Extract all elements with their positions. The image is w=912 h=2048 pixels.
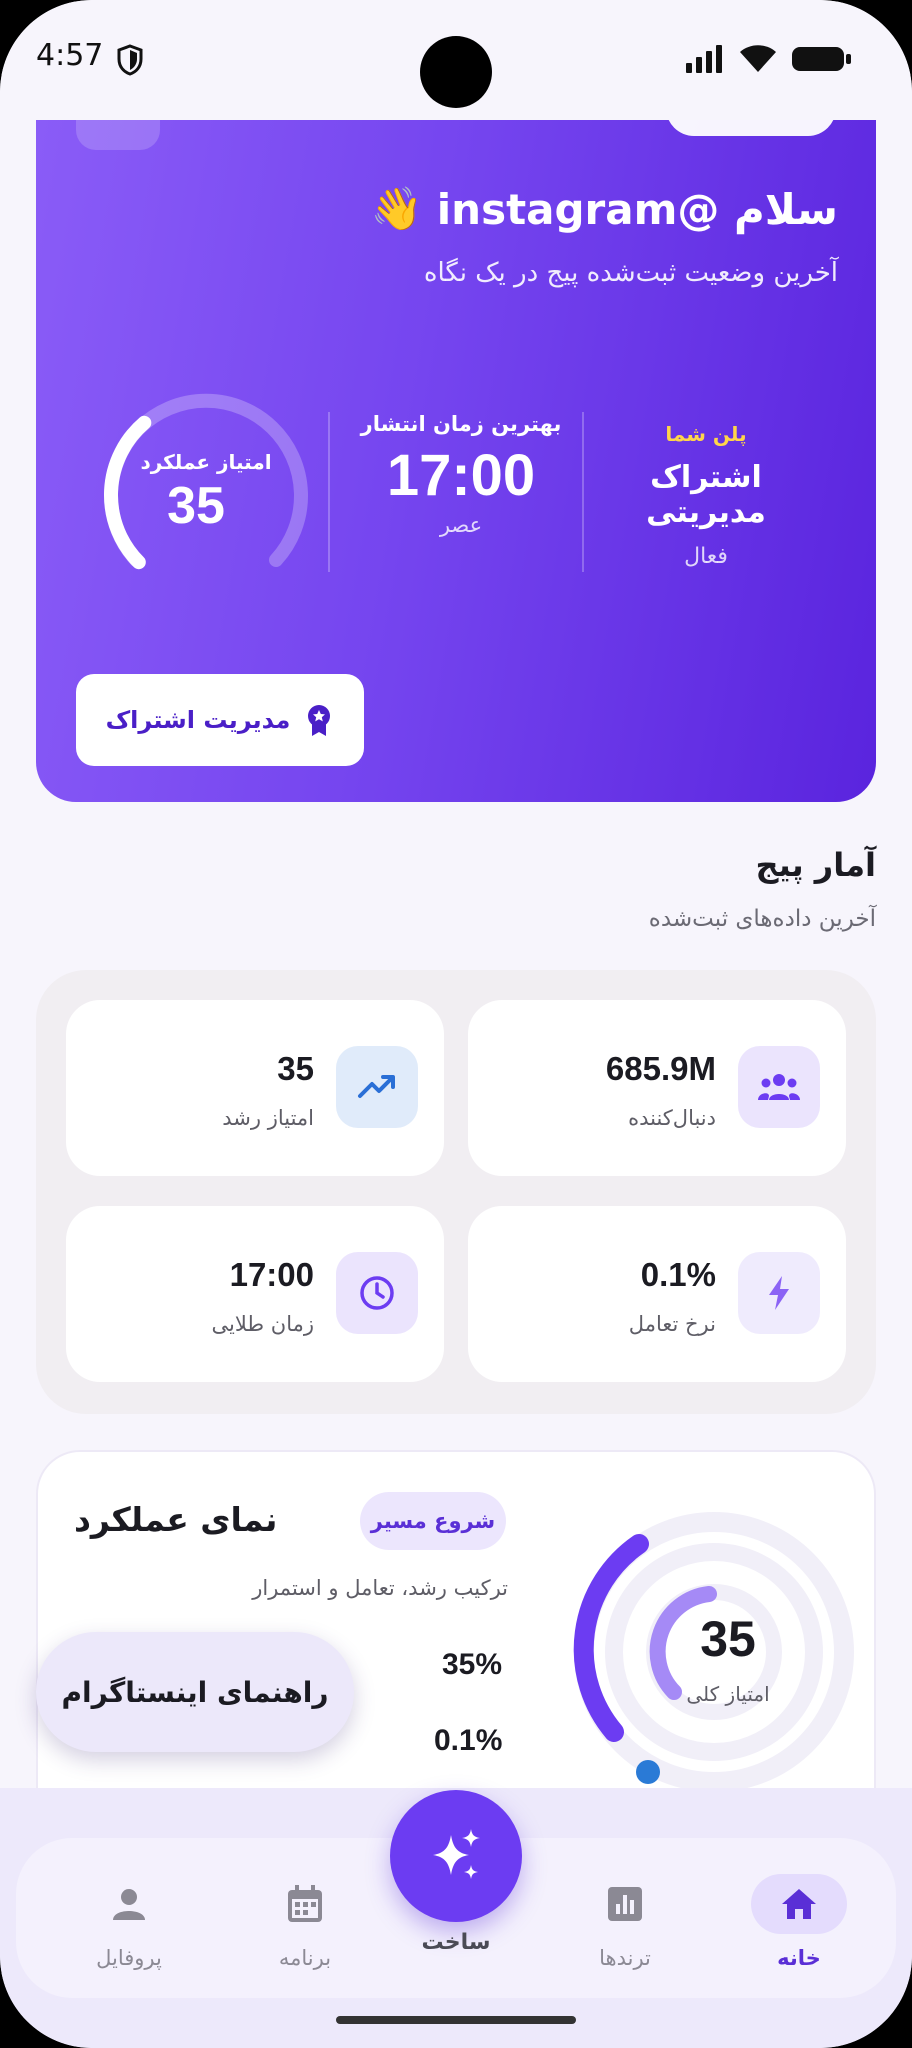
- plan-name: اشتراک مدیریتی: [646, 460, 766, 530]
- system-icons: [684, 44, 852, 74]
- nav-label: برنامه: [278, 1946, 332, 1970]
- sparkles-icon: [433, 1829, 480, 1879]
- badge-icon: [308, 705, 331, 736]
- best-time-value: 17:00: [386, 443, 536, 508]
- best-time-label: بهترین زمان انتشار: [360, 412, 562, 436]
- nav-item-profile[interactable]: پروفایل: [64, 1874, 194, 1970]
- stat-value: 685.9M: [605, 1050, 716, 1087]
- bar-chart-icon: [577, 1874, 673, 1934]
- score-label: امتیاز عملکرد: [140, 450, 272, 474]
- create-fab[interactable]: [390, 1790, 522, 1922]
- hero-subtitle: آخرین وضعیت ثبت‌شده پیج در یک نگاه: [423, 258, 838, 288]
- hero-card: سلام @instagram 👋 آخرین وضعیت ثبت‌شده پی…: [36, 120, 876, 802]
- stat-label: امتیاز رشد: [222, 1106, 314, 1130]
- overall-score-label: امتیاز کلی: [686, 1682, 770, 1706]
- stat-label: زمان طلایی: [211, 1312, 314, 1336]
- clock-icon: [336, 1252, 418, 1334]
- stat-card-golden-time[interactable]: 17:00 زمان طلایی: [66, 1206, 444, 1382]
- nav-item-trends[interactable]: ترندها: [560, 1874, 690, 1970]
- start-path-badge[interactable]: شروع مسیر: [360, 1492, 506, 1550]
- greeting-text: سلام @instagram: [436, 184, 838, 234]
- create-label: ساخت: [421, 1930, 491, 1955]
- group-icon: [738, 1046, 820, 1128]
- score-value: 35: [167, 477, 225, 535]
- instagram-guide-button[interactable]: راهنمای اینستاگرام: [36, 1632, 354, 1752]
- plan-summary: پلن شما اشتراک مدیریتی فعال: [596, 412, 816, 569]
- overall-score-value: 35: [700, 1611, 756, 1667]
- phone-screen: 4:57 سلام @instagram: [0, 0, 912, 2048]
- nav-label: خانه: [777, 1946, 821, 1970]
- stat-label: نرخ تعامل: [628, 1312, 716, 1336]
- performance-value-engagement: 0.1%: [434, 1724, 503, 1757]
- stat-label: دنبال‌کننده: [628, 1106, 716, 1130]
- nav-label: پروفایل: [96, 1946, 162, 1970]
- performance-value-growth: 35%: [442, 1648, 503, 1681]
- stat-card-engagement[interactable]: 0.1% نرخ تعامل: [468, 1206, 846, 1382]
- nav-label: ترندها: [599, 1946, 651, 1970]
- home-icon: [751, 1874, 847, 1934]
- shield-icon: [117, 44, 143, 76]
- page-stats-title: آمار پیج: [755, 846, 877, 884]
- hero-greeting: سلام @instagram 👋: [370, 184, 838, 234]
- nav-item-schedule[interactable]: برنامه: [240, 1874, 370, 1970]
- stat-card-growth[interactable]: 35 امتیاز رشد: [66, 1000, 444, 1176]
- plan-status: فعال: [684, 544, 728, 569]
- best-time-summary: بهترین زمان انتشار 17:00 عصر: [346, 412, 576, 537]
- divider: [582, 412, 584, 572]
- nav-item-home[interactable]: خانه: [734, 1874, 864, 1970]
- wave-emoji: 👋: [370, 184, 423, 233]
- best-time-period: عصر: [439, 513, 483, 537]
- status-bar: 4:57: [0, 0, 912, 120]
- home-indicator: [336, 2016, 576, 2024]
- person-icon: [81, 1874, 177, 1934]
- hero-account-chip[interactable]: [666, 120, 836, 136]
- calendar-icon: [257, 1874, 353, 1934]
- camera-cutout: [420, 36, 492, 108]
- plan-label: پلن شما: [665, 422, 747, 446]
- stat-value: 17:00: [229, 1256, 314, 1293]
- signal-icon: [686, 45, 722, 73]
- trending-up-icon: [336, 1046, 418, 1128]
- manage-subscription-button[interactable]: مدیریت اشتراک: [76, 674, 364, 766]
- performance-title: نمای عملکرد: [74, 1500, 278, 1539]
- stat-value: 35: [277, 1050, 314, 1087]
- manage-subscription-label: مدیریت اشتراک: [105, 706, 291, 734]
- page-stats-subtitle: آخرین داده‌های ثبت‌شده: [648, 906, 876, 932]
- battery-icon: [792, 47, 851, 71]
- wifi-icon: [740, 45, 776, 72]
- divider: [328, 412, 330, 572]
- stat-value: 0.1%: [640, 1256, 716, 1293]
- performance-subtitle: ترکیب رشد، تعامل و استمرار: [252, 1576, 508, 1600]
- stat-card-followers[interactable]: 685.9M دنبال‌کننده: [468, 1000, 846, 1176]
- stats-grid: 685.9M دنبال‌کننده 35 امتیاز رشد 0.1% نر…: [36, 970, 876, 1414]
- status-time: 4:57: [36, 38, 104, 73]
- bolt-icon: [738, 1252, 820, 1334]
- hero-sparkle-chip[interactable]: [76, 120, 160, 150]
